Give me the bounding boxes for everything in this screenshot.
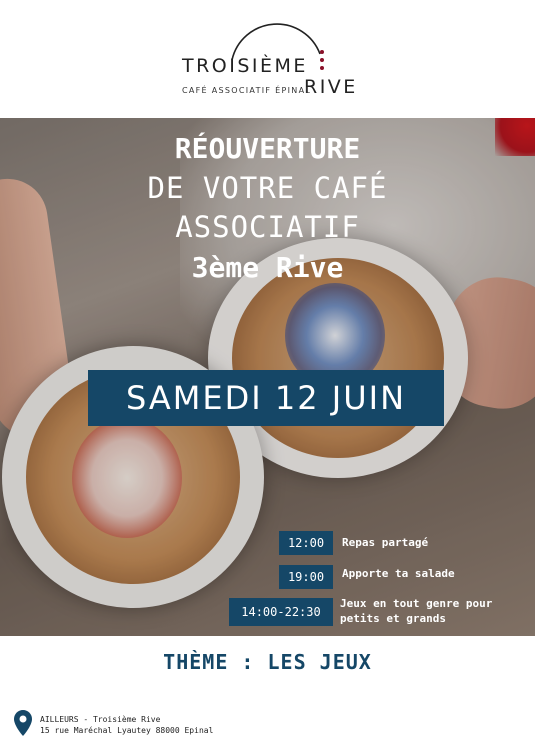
schedule-activity-1: Repas partagé (342, 536, 429, 549)
headline-venue: 3ème Rive (191, 251, 344, 284)
schedule-time-2: 19:00 (279, 565, 333, 589)
schedule-activity-2: Apporte ta salade (342, 567, 455, 580)
address-street: 15 rue Maréchal Lyautey 88000 Epinal (40, 726, 214, 735)
headline-line3: ASSOCIATIF (175, 210, 360, 244)
schedule-activity-3: Jeux en tout genre pour petits et grands (340, 597, 493, 625)
map-pin-icon (14, 710, 32, 736)
event-theme: THÈME : LES JEUX (163, 650, 372, 674)
logo-name-rive: RIVE (304, 76, 358, 98)
headline-line2: DE VOTRE CAFÉ (147, 171, 388, 205)
headline-reopening: RÉOUVERTURE (174, 132, 361, 165)
logo-name: TROISIÈME (182, 55, 308, 77)
logo-subtitle: CAFÉ ASSOCIATIF ÉPINAL (182, 86, 312, 95)
address-venue: AILLEURS - Troisième Rive (40, 715, 161, 724)
event-date: SAMEDI 12 JUIN (88, 370, 444, 426)
schedule-time-1: 12:00 (279, 531, 333, 555)
schedule-time-3: 14:00-22:30 (229, 598, 333, 626)
header: TROISIÈME RIVE CAFÉ ASSOCIATIF ÉPINAL (0, 0, 535, 118)
